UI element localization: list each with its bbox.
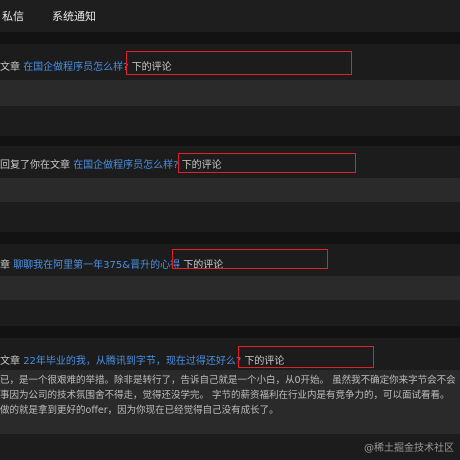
watermark: @稀土掘金技术社区 [364, 439, 454, 454]
reply-input[interactable] [0, 178, 460, 202]
highlight-box [238, 346, 374, 368]
comment-line: 事因为公司的技术氛围舍不得走，觉得还没学完。 字节的薪资福利在行业内是有竞争力的… [0, 390, 450, 401]
notification-tabs: 私信 系统通知 [0, 0, 460, 32]
reply-input[interactable] [0, 80, 460, 106]
notification-prefix: 回复了你在文章 [0, 160, 74, 171]
tab-private-messages[interactable]: 私信 [2, 8, 24, 24]
notification-card: 文章 在国企做程序员怎么样? 下的评论 [0, 44, 460, 136]
comment-line: 做的就是拿到更好的offer，因为你现在已经觉得自己没有成长了。 [0, 405, 279, 416]
article-link[interactable]: 聊聊我在阿里第一年375&晋升的心得 [13, 260, 180, 271]
comment-line: 已，是一个很艰难的举措。除非是转行了，告诉自己就是一个小白，从0开始。 虽然我不… [0, 375, 456, 386]
highlight-box [172, 249, 328, 269]
notification-card: 回复了你在文章 在国企做程序员怎么样? 下的评论 [0, 146, 460, 232]
article-link[interactable]: 22年毕业的我，从腾讯到字节，现在过得还好么? [23, 356, 241, 367]
reply-input[interactable] [0, 276, 460, 300]
notification-prefix: 章 [0, 260, 14, 271]
highlight-box [126, 51, 352, 75]
highlight-box [178, 153, 356, 173]
article-link[interactable]: 在国企做程序员怎么样? [23, 62, 128, 73]
watermark-text: @稀土掘金技术社区 [364, 443, 454, 454]
article-link[interactable]: 在国企做程序员怎么样? [73, 160, 178, 171]
notification-card: 章 聊聊我在阿里第一年375&晋升的心得 下的评论 [0, 244, 460, 326]
notification-prefix: 文章 [0, 356, 24, 367]
comment-quote: 已，是一个很艰难的举措。除非是转行了，告诉自己就是一个小白，从0开始。 虽然我不… [0, 370, 460, 434]
tab-system-notifications[interactable]: 系统通知 [52, 8, 96, 24]
notification-prefix: 文章 [0, 62, 24, 73]
